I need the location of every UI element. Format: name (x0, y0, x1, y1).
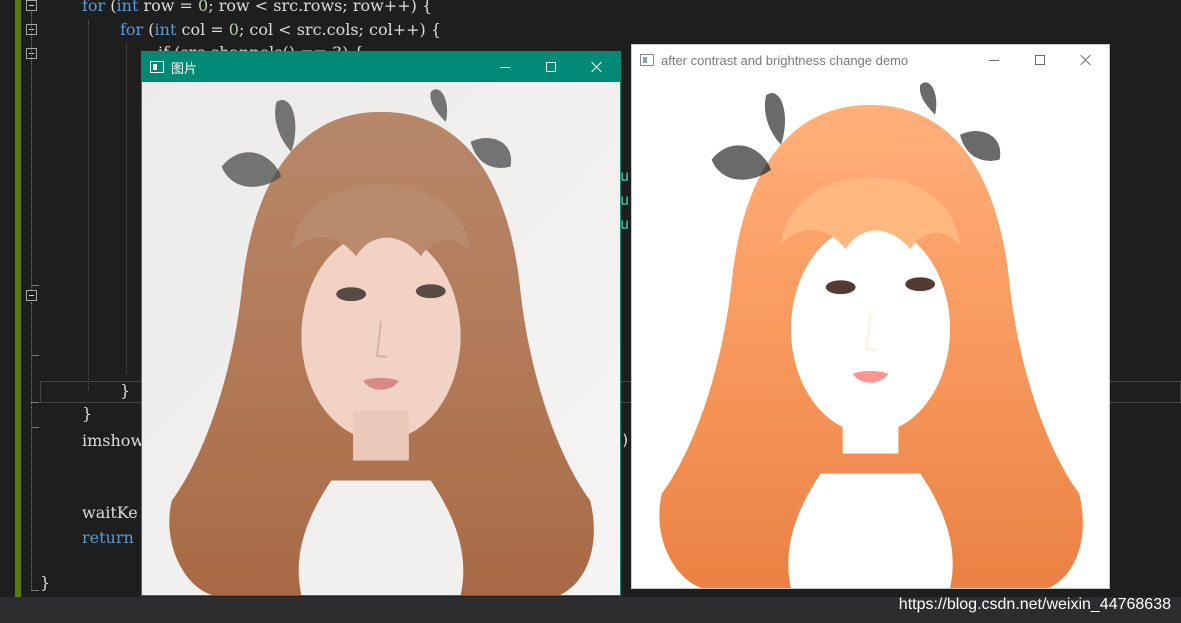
window-titlebar[interactable]: after contrast and brightness change dem… (632, 45, 1109, 75)
close-icon (1080, 54, 1092, 66)
maximize-icon (546, 62, 556, 72)
code-line-close-brace: } (82, 404, 93, 423)
fold-end-tick (31, 285, 39, 286)
minimize-button[interactable] (971, 45, 1017, 75)
code-line-waitkey: waitKe (82, 503, 138, 522)
minimize-icon (989, 60, 999, 61)
minimize-icon (500, 67, 510, 68)
image-canvas (142, 82, 620, 595)
code-fragment: u (620, 191, 630, 209)
code-text: row = (138, 0, 199, 15)
image-canvas (632, 75, 1109, 588)
window-title: after contrast and brightness change dem… (661, 52, 909, 68)
fold-guide-line (31, 302, 32, 590)
indent-guide (126, 44, 127, 374)
code-fragment: u (620, 167, 630, 185)
close-button[interactable] (574, 52, 620, 82)
minimize-button[interactable] (482, 52, 528, 82)
number-literal: 0 (198, 0, 209, 15)
portrait-photo (632, 75, 1109, 588)
fold-toggle-icon[interactable] (26, 0, 37, 11)
number-literal: 0 (228, 20, 239, 39)
close-button[interactable] (1063, 45, 1109, 75)
image-window-original[interactable]: 图片 (141, 51, 621, 596)
maximize-icon (1035, 55, 1045, 65)
code-fragment: u (620, 215, 630, 233)
code-line-inner-for: for (int col = 0; col < src.cols; col++)… (120, 20, 441, 40)
fold-guide-line (31, 12, 32, 290)
keyword: int (116, 0, 139, 15)
keyword: int (154, 20, 177, 39)
code-line-close-brace: } (40, 573, 51, 592)
fold-end-tick (31, 590, 39, 591)
code-text: ( (143, 20, 155, 39)
code-text: col = (176, 20, 229, 39)
window-titlebar[interactable]: 图片 (142, 52, 620, 82)
indent-guide (88, 20, 89, 390)
code-text: ; row < src.rows; row++) { (208, 0, 433, 15)
code-text: ; col < src.cols; col++) { (238, 20, 442, 39)
portrait-photo (142, 82, 620, 595)
window-app-icon (150, 61, 164, 73)
change-indicator-bar (15, 0, 21, 597)
code-line-outer-for: for (int row = 0; row < src.rows; row++)… (82, 0, 432, 16)
keyword: for (120, 20, 144, 39)
keyword: return (82, 528, 134, 547)
close-icon (591, 61, 603, 73)
code-line-return: return (82, 528, 134, 548)
maximize-button[interactable] (528, 52, 574, 82)
code-line-imshow: imshow (82, 431, 145, 450)
code-line-close-brace: } (120, 381, 131, 400)
window-title: 图片 (171, 60, 198, 76)
image-window-adjusted[interactable]: after contrast and brightness change dem… (631, 44, 1110, 589)
maximize-button[interactable] (1017, 45, 1063, 75)
fold-toggle-icon[interactable] (26, 290, 37, 301)
keyword: for (82, 0, 106, 15)
fold-end-tick (31, 355, 39, 356)
code-fragment: ) (621, 431, 631, 449)
code-text: ( (105, 0, 117, 15)
source-watermark: https://blog.csdn.net/weixin_44768638 (898, 596, 1171, 613)
fold-end-tick (31, 427, 39, 428)
window-app-icon (640, 54, 654, 66)
fold-end-tick (31, 402, 39, 403)
